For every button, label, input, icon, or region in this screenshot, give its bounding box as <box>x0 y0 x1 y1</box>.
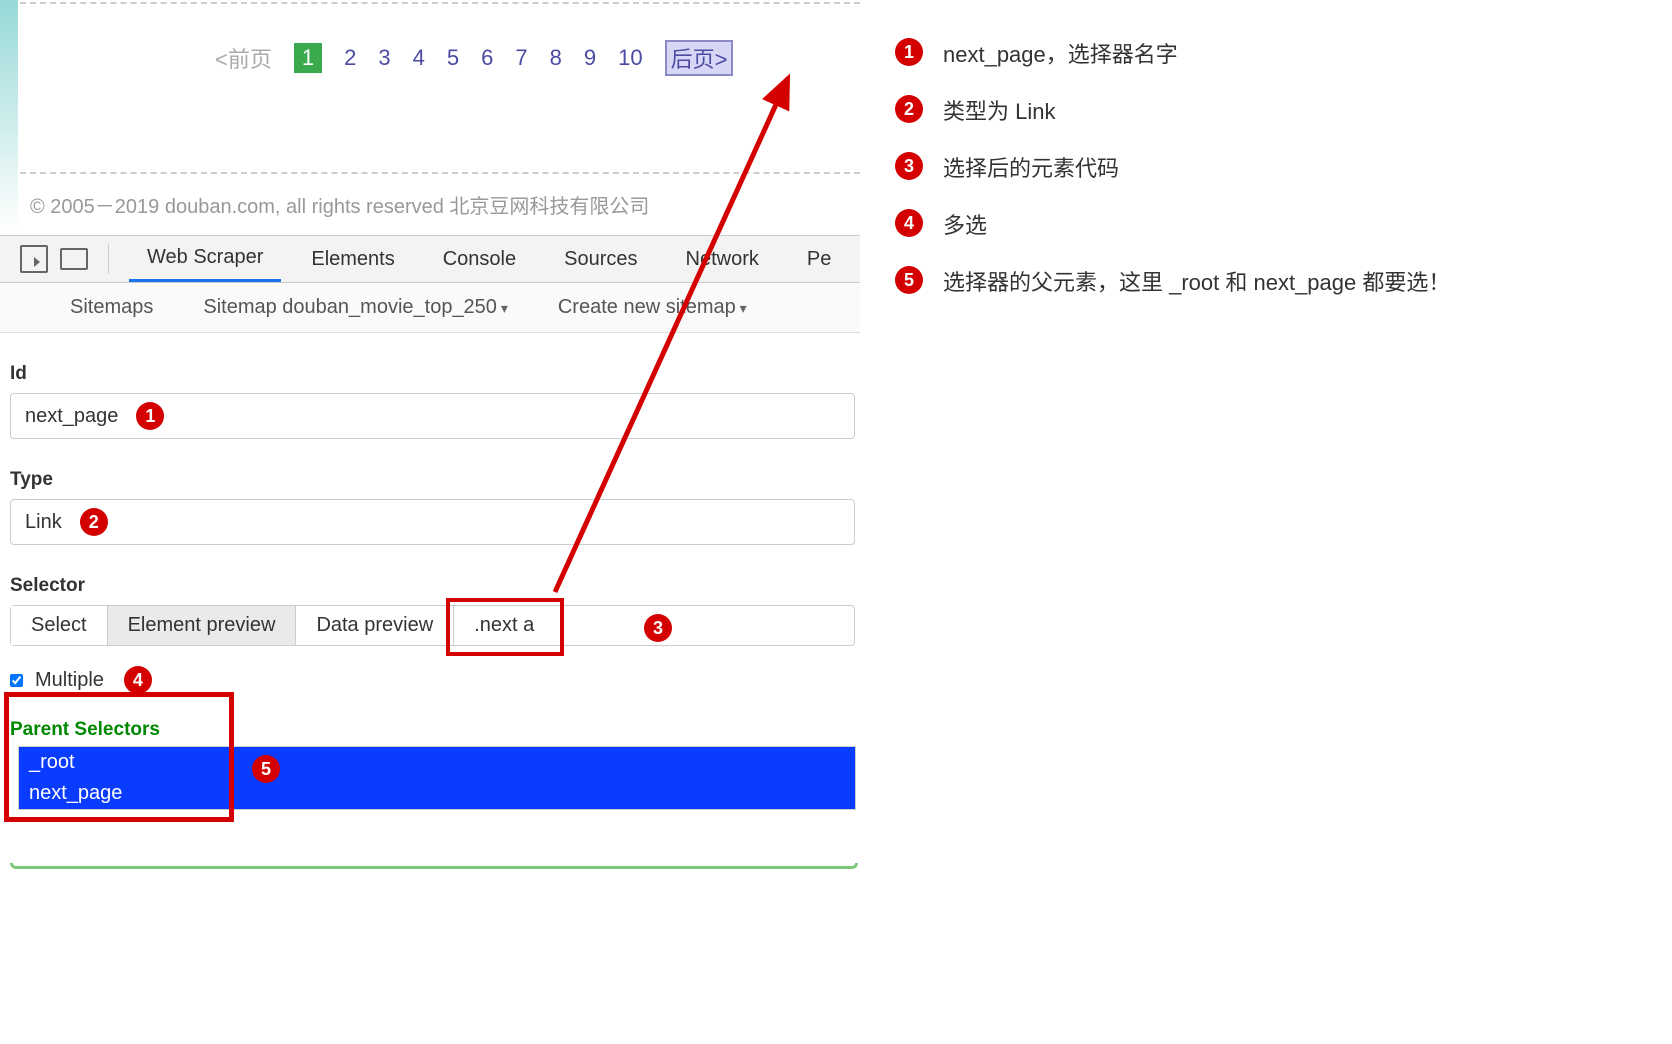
legend-badge-2: 2 <box>895 95 923 123</box>
teal-sidebar <box>0 0 18 230</box>
badge-4: 4 <box>124 666 152 694</box>
parent-item-root[interactable]: _root <box>19 747 855 778</box>
sitemap-dropdown[interactable]: Sitemap douban_movie_top_250 <box>203 296 507 319</box>
device-toggle-icon[interactable] <box>60 248 88 270</box>
devtools-tabbar: Web Scraper Elements Console Sources Net… <box>0 235 860 283</box>
tab-separator <box>108 244 109 274</box>
selector-form: Id next_page 1 Type Link 2 Selector Sele… <box>0 363 860 810</box>
parent-item-next-page[interactable]: next_page <box>19 778 855 809</box>
divider-top <box>20 2 860 4</box>
badge-5: 5 <box>252 755 280 783</box>
parent-selectors-label: Parent Selectors <box>10 719 860 741</box>
badge-2: 2 <box>80 508 108 536</box>
selector-input[interactable]: .next a <box>454 606 554 645</box>
page-3[interactable]: 3 <box>378 45 390 71</box>
tab-console[interactable]: Console <box>425 238 534 281</box>
copyright: © 2005－2019 douban.com, all rights reser… <box>30 190 649 219</box>
prev-page: <前页 <box>215 42 272 74</box>
legend-badge-4: 4 <box>895 209 923 237</box>
divider-bottom <box>20 172 860 174</box>
multiple-checkbox[interactable] <box>10 674 23 687</box>
id-value: next_page <box>25 405 118 428</box>
sitemaps-link[interactable]: Sitemaps <box>70 296 153 319</box>
tab-web-scraper[interactable]: Web Scraper <box>129 236 281 282</box>
page-5[interactable]: 5 <box>447 45 459 71</box>
next-page[interactable]: 后页> <box>665 40 734 76</box>
devtools-panel: Web Scraper Elements Console Sources Net… <box>0 235 860 810</box>
multiple-label: Multiple <box>35 669 104 692</box>
parent-selectors-list[interactable]: _root next_page <box>18 746 856 810</box>
type-value: Link <box>25 511 62 534</box>
page-6[interactable]: 6 <box>481 45 493 71</box>
legend-text-5: 选择器的父元素，这里 _root 和 next_page 都要选！ <box>943 266 1450 299</box>
tab-more[interactable]: Pe <box>789 238 849 281</box>
panel-bottom-border <box>10 863 858 869</box>
page-4[interactable]: 4 <box>413 45 425 71</box>
select-button[interactable]: Select <box>11 606 108 645</box>
page-7[interactable]: 7 <box>515 45 527 71</box>
data-preview-button[interactable]: Data preview <box>296 606 454 645</box>
legend-badge-1: 1 <box>895 38 923 66</box>
id-label: Id <box>10 363 860 385</box>
legend-text-4: 多选 <box>943 209 987 242</box>
element-preview-button[interactable]: Element preview <box>108 606 297 645</box>
page-8[interactable]: 8 <box>550 45 562 71</box>
legend-badge-3: 3 <box>895 152 923 180</box>
tab-network[interactable]: Network <box>668 238 777 281</box>
type-input[interactable]: Link 2 <box>10 499 855 545</box>
badge-1: 1 <box>136 402 164 430</box>
id-input[interactable]: next_page 1 <box>10 393 855 439</box>
page-10[interactable]: 10 <box>618 45 642 71</box>
selector-value: .next a <box>474 614 534 636</box>
type-label: Type <box>10 469 860 491</box>
tab-elements[interactable]: Elements <box>293 238 412 281</box>
multiple-row: Multiple 4 <box>10 666 860 694</box>
legend-text-3: 选择后的元素代码 <box>943 152 1119 185</box>
page-2[interactable]: 2 <box>344 45 356 71</box>
create-sitemap-dropdown[interactable]: Create new sitemap <box>558 296 747 319</box>
legend-badge-5: 5 <box>895 266 923 294</box>
page-1[interactable]: 1 <box>294 43 322 73</box>
selector-row: Select Element preview Data preview .nex… <box>10 605 855 646</box>
legend-text-2: 类型为 Link <box>943 95 1055 128</box>
page-9[interactable]: 9 <box>584 45 596 71</box>
legend-text-1: next_page，选择器名字 <box>943 38 1178 71</box>
legend: 1 next_page，选择器名字 2 类型为 Link 3 选择后的元素代码 … <box>895 38 1450 323</box>
webscraper-subbar: Sitemaps Sitemap douban_movie_top_250 Cr… <box>0 283 860 333</box>
badge-3: 3 <box>644 614 672 642</box>
tab-sources[interactable]: Sources <box>546 238 655 281</box>
selector-label: Selector <box>10 575 860 597</box>
inspect-icon[interactable] <box>20 245 48 273</box>
pagination: <前页 1 2 3 4 5 6 7 8 9 10 后页> <box>215 40 733 76</box>
